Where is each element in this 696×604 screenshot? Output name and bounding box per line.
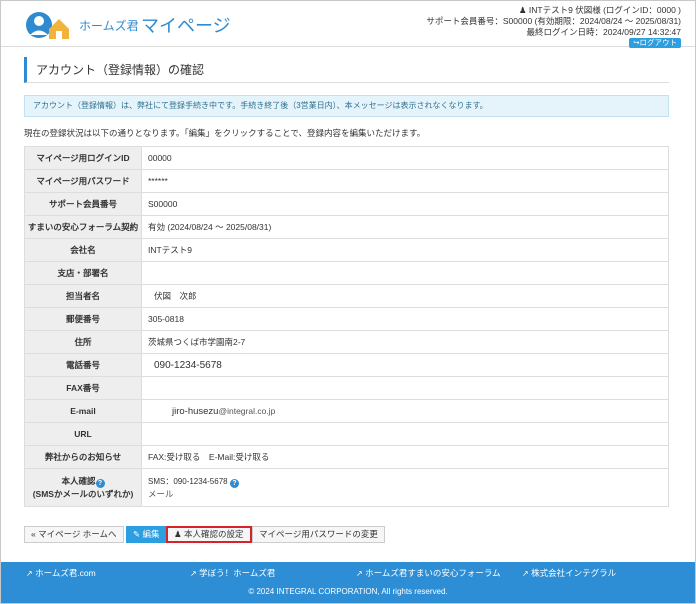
table-row: 電話番号 090-1234-5678	[24, 353, 669, 377]
row-label: 弊社からのお知らせ	[24, 445, 142, 469]
email-user: jiro-husezu	[172, 405, 219, 417]
table-row: FAX番号	[24, 376, 669, 400]
row-value: FAX:受け取る E-Mail:受け取る	[141, 445, 669, 469]
external-link-icon: ↗	[190, 569, 197, 578]
row-label: すまいの安心フォーラム契約	[24, 215, 142, 239]
help-icon[interactable]: ?	[229, 478, 239, 488]
row-label: E-mail	[24, 399, 142, 423]
row-value: INTテスト9	[141, 238, 669, 262]
table-row: すまいの安心フォーラム契約 有効 (2024/08/24 ～ 2025/08/3…	[24, 215, 669, 239]
footer: ↗ ホームズ君.com ↗ 学ぼう！ホームズ君 ↗ ホームズ君すまいの安心フォー…	[1, 562, 695, 603]
last-login: 最終ログイン日時：2024/09/27 14:32:47	[526, 27, 682, 37]
table-row: 弊社からのお知らせ FAX:受け取る E-Mail:受け取る	[24, 445, 669, 469]
row-label: サポート会員番号	[24, 192, 142, 216]
header: ホームズ君 マイページ ♟ INTテスト9 伏図様 (ログインID：0000 )…	[1, 1, 695, 48]
footer-link-company[interactable]: ↗ 株式会社インテグラル	[522, 567, 616, 579]
table-row: E-mail jiro-husezu@integral.co.jp	[24, 399, 669, 423]
external-link-icon: ↗	[356, 569, 363, 578]
table-row-identity: 本人確認? (SMSかメールのいずれか) SMS：090-1234-5678 ?…	[24, 468, 669, 507]
row-value	[141, 422, 669, 446]
table-row: 住所 茨城県つくば市学園南2-7	[24, 330, 669, 354]
edit-button[interactable]: ✎ 編集	[126, 526, 167, 543]
row-value	[141, 376, 669, 400]
sms-value: SMS：090-1234-5678	[148, 476, 228, 486]
row-value: 伏図 次郎	[141, 284, 669, 308]
identity-setup-button[interactable]: ♟ 本人確認の設定	[166, 526, 252, 543]
row-label: 電話番号	[24, 353, 142, 377]
row-value: jiro-husezu@integral.co.jp	[141, 399, 669, 423]
table-row: 会社名 INTテスト9	[24, 238, 669, 262]
row-label: マイページ用ログインID	[24, 146, 142, 170]
table-row: マイページ用ログインID 00000	[24, 146, 669, 170]
footer-link-learn[interactable]: ↗ 学ぼう！ホームズ君	[190, 567, 275, 579]
home-button[interactable]: « マイページ ホームへ	[24, 526, 124, 543]
row-label: 会社名	[24, 238, 142, 262]
info-notice: アカウント（登録情報）は、弊社にて登録手続き中です。手続き終了後（3営業日内）、…	[24, 95, 669, 117]
user-icon: ♟	[174, 529, 182, 539]
mail-value: メール	[148, 488, 174, 499]
table-row: URL	[24, 422, 669, 446]
external-link-icon: ↗	[26, 569, 33, 578]
external-link-icon: ↗	[522, 569, 529, 578]
row-label: 郵便番号	[24, 307, 142, 331]
brand-mypage: マイページ	[141, 16, 231, 36]
row-value: SMS：090-1234-5678 ? メール	[141, 468, 669, 507]
user-icon: ♟	[518, 5, 527, 15]
row-label: 支店・部署名	[24, 261, 142, 285]
table-row: 担当者名 伏図 次郎	[24, 284, 669, 308]
row-value: S00000	[141, 192, 669, 216]
row-label: 本人確認? (SMSかメールのいずれか)	[24, 468, 142, 507]
row-value: 茨城県つくば市学園南2-7	[141, 330, 669, 354]
email-domain: @integral.co.jp	[218, 405, 276, 416]
row-label: マイページ用パスワード	[24, 169, 142, 193]
help-icon[interactable]: ?	[95, 479, 105, 488]
footer-link-homes[interactable]: ↗ ホームズ君.com	[26, 567, 96, 579]
intro-text: 現在の登録状況は以下の通りとなります。「編集」をクリックすることで、登録内容を編…	[24, 128, 426, 138]
row-value: 有効 (2024/08/24 ～ 2025/08/31)	[141, 215, 669, 239]
row-value: 00000	[141, 146, 669, 170]
row-label: FAX番号	[24, 376, 142, 400]
row-value: ******	[141, 169, 669, 193]
copyright: © 2024 INTEGRAL CORPORATION, All rights …	[248, 587, 448, 596]
table-row: 郵便番号 305-0818	[24, 307, 669, 331]
row-label: 担当者名	[24, 284, 142, 308]
footer-link-forum[interactable]: ↗ ホームズ君すまいの安心フォーラム	[356, 567, 501, 579]
brand-name: ホームズ君	[79, 19, 139, 33]
row-label: URL	[24, 422, 142, 446]
account-info-table: マイページ用ログインID 00000 マイページ用パスワード ****** サポ…	[24, 146, 669, 507]
row-value: 305-0818	[141, 307, 669, 331]
password-change-button[interactable]: マイページ用パスワードの変更	[252, 526, 385, 543]
row-value	[141, 261, 669, 285]
table-row: 支店・部署名	[24, 261, 669, 285]
table-row: サポート会員番号 S00000	[24, 192, 669, 216]
row-label: 住所	[24, 330, 142, 354]
logout-button[interactable]: ↪ログアウト	[629, 38, 681, 48]
page-title: アカウント（登録情報）の確認	[24, 57, 669, 83]
pencil-icon: ✎	[133, 529, 141, 539]
table-row: マイページ用パスワード ******	[24, 169, 669, 193]
homes-kun-logo	[26, 12, 69, 39]
row-value: 090-1234-5678	[141, 353, 669, 377]
